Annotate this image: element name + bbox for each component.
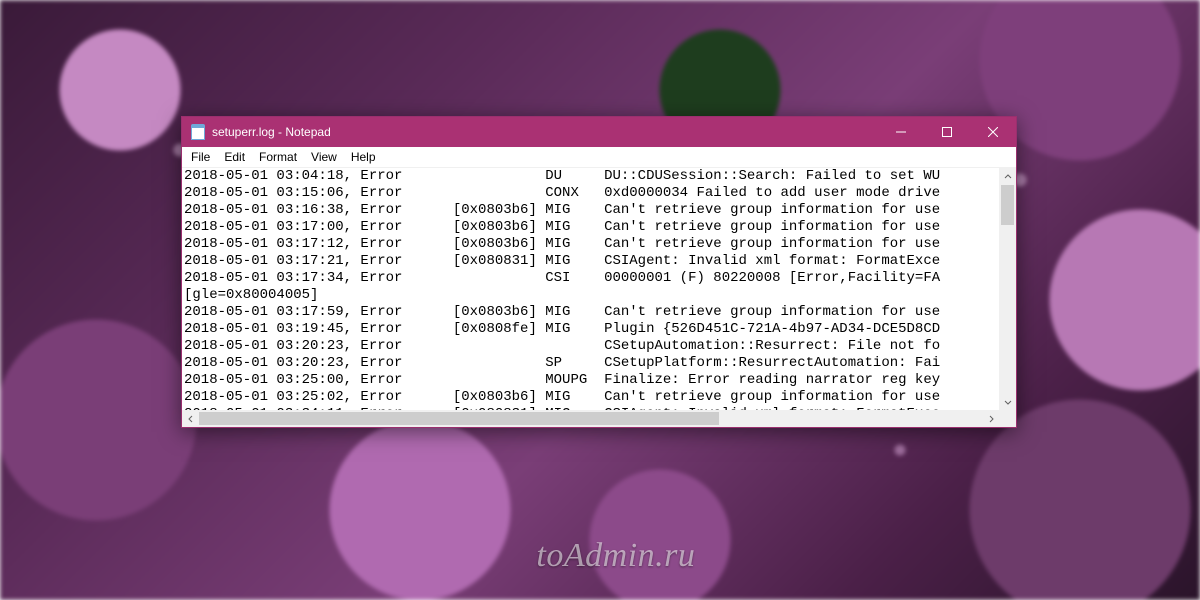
horizontal-scroll-track[interactable]: [199, 410, 982, 427]
notepad-window: setuperr.log - Notepad File Edit Format …: [181, 116, 1017, 428]
text-editor[interactable]: 2018-05-01 03:04:18, Error DU DU::CDUSes…: [182, 168, 999, 410]
menu-help[interactable]: Help: [344, 148, 383, 166]
horizontal-scroll-thumb[interactable]: [199, 412, 719, 425]
minimize-button[interactable]: [878, 117, 924, 147]
scroll-down-button[interactable]: [999, 393, 1016, 410]
chevron-left-icon: [187, 415, 195, 423]
menu-format[interactable]: Format: [252, 148, 304, 166]
scroll-right-button[interactable]: [982, 410, 999, 427]
maximize-button[interactable]: [924, 117, 970, 147]
vertical-scrollbar[interactable]: [999, 168, 1016, 410]
client-area: 2018-05-01 03:04:18, Error DU DU::CDUSes…: [182, 168, 1016, 427]
scrollbar-corner: [999, 410, 1016, 427]
vertical-scroll-thumb[interactable]: [1001, 185, 1014, 225]
scroll-left-button[interactable]: [182, 410, 199, 427]
vertical-scroll-track[interactable]: [999, 185, 1016, 393]
chevron-up-icon: [1004, 173, 1012, 181]
window-title: setuperr.log - Notepad: [212, 125, 331, 139]
titlebar[interactable]: setuperr.log - Notepad: [182, 117, 1016, 147]
chevron-down-icon: [1004, 398, 1012, 406]
close-icon: [988, 127, 998, 137]
menu-edit[interactable]: Edit: [217, 148, 252, 166]
chevron-right-icon: [987, 415, 995, 423]
menu-view[interactable]: View: [304, 148, 344, 166]
maximize-icon: [942, 127, 952, 137]
horizontal-scrollbar[interactable]: [182, 410, 999, 427]
menubar: File Edit Format View Help: [182, 147, 1016, 168]
minimize-icon: [896, 127, 906, 137]
menu-file[interactable]: File: [184, 148, 217, 166]
scroll-up-button[interactable]: [999, 168, 1016, 185]
notepad-icon: [190, 124, 206, 140]
close-button[interactable]: [970, 117, 1016, 147]
